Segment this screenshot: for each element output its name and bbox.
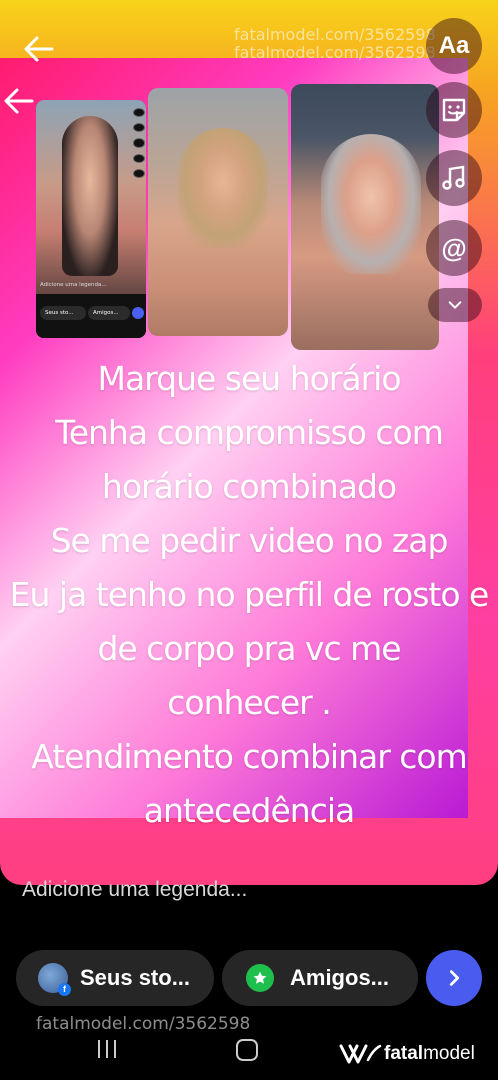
watermark-line: fatalmodel.com/3562598 (234, 43, 436, 62)
sticker-tool-button[interactable] (426, 82, 482, 138)
recent-apps-button[interactable] (98, 1040, 118, 1058)
mention-label: @ (441, 232, 467, 263)
brand-name: fatalmodel (384, 1043, 475, 1065)
story-text-overlay[interactable]: Marque seu horário Tenha compromisso com… (0, 352, 498, 838)
thumbnail-photo (62, 116, 118, 276)
thumbnail-friends-pill: Amigos... (88, 306, 130, 320)
back-arrow-icon[interactable] (22, 32, 56, 66)
close-friends-label: Amigos... (290, 965, 390, 990)
story-editor-thumbnail: Adicione uma legenda... Seus sto... Amig… (36, 100, 146, 338)
chevron-right-icon (449, 970, 460, 986)
brand-logo: fatalmodel (338, 1040, 475, 1068)
music-note-icon (442, 165, 465, 190)
facebook-icon: f (58, 983, 71, 996)
star-icon (246, 964, 274, 992)
story-text-line: Eu ja tenho no perfil de rosto e (9, 575, 490, 614)
story-text-line: antecedência (143, 791, 356, 830)
watermark-line: fatalmodel.com/3562598 (234, 25, 436, 44)
more-tools-button[interactable] (428, 288, 482, 322)
caption-input[interactable]: Adicione uma legenda... (22, 878, 247, 902)
sticker-icon (442, 98, 466, 122)
brand-name-regular: model (423, 1043, 475, 1064)
fatalmodel-logo-icon (339, 1044, 382, 1064)
music-tool-button[interactable] (426, 150, 482, 206)
thumbnail-tool-icons (133, 108, 145, 179)
watermark-bottom: fatalmodel.com/3562598 (36, 1014, 251, 1034)
story-text-line: de corpo pra vc me (97, 629, 401, 668)
story-photo-2 (148, 88, 288, 336)
share-to-story-button[interactable]: f Seus sto... (16, 950, 214, 1006)
story-text-line: Atendimento combinar com (31, 737, 468, 776)
text-tool-label: Aa (438, 32, 470, 59)
watermark-top: fatalmodel.com/3562598 fatalmodel.com/35… (234, 26, 436, 62)
thumbnail-story-pill: Seus sto... (40, 306, 86, 320)
story-text-line: Tenha compromisso com (55, 413, 444, 452)
story-text-line: Se me pedir video no zap (50, 521, 449, 560)
send-button[interactable] (426, 950, 482, 1006)
share-to-story-label: Seus sto... (80, 965, 191, 990)
brand-name-bold: fatal (384, 1043, 424, 1064)
story-canvas: Adicione uma legenda... Seus sto... Amig… (0, 0, 498, 885)
thumbnail-caption: Adicione uma legenda... (40, 282, 107, 288)
chevron-down-icon (448, 301, 462, 309)
mention-tool-button[interactable]: @ (426, 220, 482, 276)
story-photo-3 (291, 84, 439, 350)
story-text-line: horário combinado (101, 467, 397, 506)
avatar: f (38, 963, 71, 996)
inner-back-arrow-icon (2, 84, 36, 118)
story-text-line: Marque seu horário (97, 359, 401, 398)
close-friends-button[interactable]: Amigos... (222, 950, 418, 1006)
home-button[interactable] (236, 1039, 258, 1061)
story-text-line: conhecer . (167, 683, 331, 722)
text-tool-button[interactable]: Aa (426, 18, 482, 74)
thumbnail-send-icon (132, 307, 144, 319)
